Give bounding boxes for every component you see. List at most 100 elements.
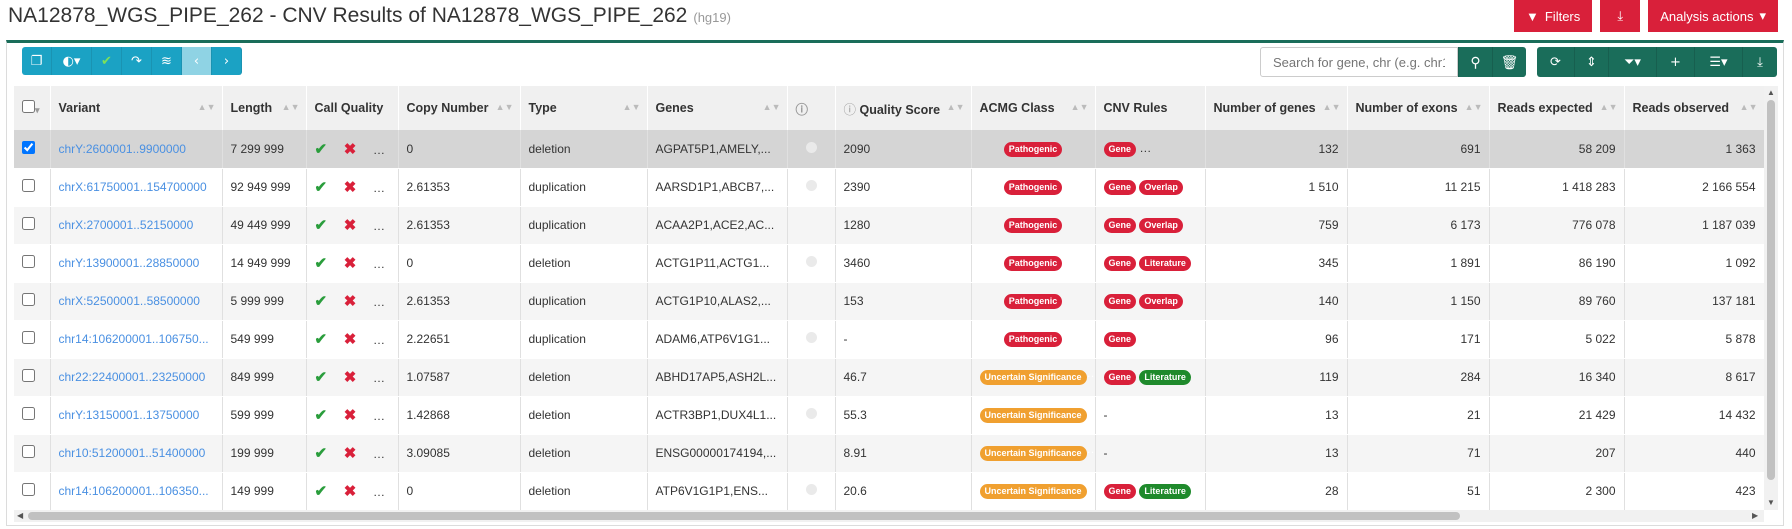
col-genes[interactable]: Genes ▲▼ [647, 86, 788, 130]
row-checkbox[interactable] [22, 293, 35, 306]
table-row[interactable]: chr14:106200001..106350... 149 999 ✔ ✖ ✔ 0… [14, 472, 1764, 510]
vertical-scroll-thumb[interactable] [1767, 100, 1775, 480]
genes-value[interactable]: AGPAT5P1,AMELY,... [656, 142, 771, 156]
col-type[interactable]: Type ▲▼ [520, 86, 648, 130]
table-row[interactable]: chrY:13150001..13750000 599 999 ✔ ✖ ✔ 1.42… [14, 396, 1764, 435]
genes-cell[interactable]: ENSG00000174194,... [647, 434, 788, 473]
table-row[interactable]: chrY:2600001..9900000 7 299 999 ✔ ✖ ✖ 0 del… [14, 130, 1764, 169]
variant-cell[interactable]: chrY:2600001..9900000 [50, 130, 223, 169]
row-select-cell[interactable] [14, 434, 51, 473]
previous-button[interactable]: ‹ [182, 47, 212, 75]
row-checkbox[interactable] [22, 483, 35, 496]
row-checkbox[interactable] [22, 445, 35, 458]
table-row[interactable]: chrX:2700001..52150000 49 449 999 ✔ ✖ ✖ 2.… [14, 206, 1764, 245]
row-select-cell[interactable] [14, 206, 51, 245]
variant-link[interactable]: chrY:13150001..13750000 [59, 408, 200, 422]
row-select-cell[interactable] [14, 472, 51, 510]
row-select-cell[interactable] [14, 244, 51, 283]
select-all-header[interactable]: ▾ [14, 86, 51, 130]
filters-button[interactable]: ▼ Filters [1513, 0, 1593, 32]
table-row[interactable]: chrY:13900001..28850000 14 949 999 ✔ ✖ ✖ 0… [14, 244, 1764, 283]
genes-cell[interactable]: AGPAT5P1,AMELY,... [647, 130, 788, 169]
row-checkbox[interactable] [22, 217, 35, 230]
table-row[interactable]: chrX:61750001..154700000 92 949 999 ✔ ✖ ✖ … [14, 168, 1764, 207]
genes-cell[interactable]: ACTG1P10,ALAS2,... [647, 282, 788, 321]
col-acmg-class[interactable]: ACMG Class ▲▼ [971, 86, 1096, 130]
genes-cell[interactable]: ADAM6,ATP6V1G1... [647, 320, 788, 359]
add-button[interactable]: + [1657, 47, 1695, 77]
row-checkbox[interactable] [22, 407, 35, 420]
variant-cell[interactable]: chr14:106200001..106750... [50, 320, 223, 359]
table-row[interactable]: chr14:106200001..106750... 549 999 ✔ ✖ ✔ 2… [14, 320, 1764, 359]
variant-cell[interactable]: chr14:106200001..106350... [50, 472, 223, 510]
col-number-of-exons[interactable]: Number of exons ▲▼ [1347, 86, 1490, 130]
next-button[interactable]: › [212, 47, 242, 75]
select-all-checkbox[interactable] [22, 100, 35, 113]
variant-link[interactable]: chrX:61750001..154700000 [59, 180, 207, 194]
genes-value[interactable]: ENSG00000174194,... [656, 446, 777, 460]
genes-value[interactable]: AARSD1P1,ABCB7,... [656, 180, 775, 194]
genes-cell[interactable]: ACTR3BP1,DUX4L1... [647, 396, 788, 435]
col-reads-expected[interactable]: Reads expected ▲▼ [1489, 86, 1625, 130]
variant-cell[interactable]: chrX:2700001..52150000 [50, 206, 223, 245]
variant-link[interactable]: chr14:106200001..106350... [59, 484, 209, 498]
variant-cell[interactable]: chrX:52500001..58500000 [50, 282, 223, 321]
genes-cell[interactable]: ABHD17AP5,ASH2L... [647, 358, 788, 397]
table-row[interactable]: chr22:22400001..23250000 849 999 ✔ ✖ ✔ 1.0… [14, 358, 1764, 397]
variant-cell[interactable]: chr10:51200001..51400000 [50, 434, 223, 473]
genes-value[interactable]: ABHD17AP5,ASH2L... [656, 370, 777, 384]
row-select-cell[interactable] [14, 130, 51, 169]
col-copy-number[interactable]: Copy Number ▲▼ [398, 86, 521, 130]
col-quality-score[interactable]: ⓘ Quality Score ▲▼ [835, 86, 972, 130]
genes-cell[interactable]: ACTG1P11,ACTG1... [647, 244, 788, 283]
col-reads-observed[interactable]: Reads observed ▲▼ [1624, 86, 1764, 130]
genes-value[interactable]: ATP6V1G1P1,ENS... [656, 484, 769, 498]
refresh-button[interactable]: ⟳ [1537, 47, 1575, 77]
genes-cell[interactable]: ATP6V1G1P1,ENS... [647, 472, 788, 510]
col-length[interactable]: Length ▲▼ [222, 86, 307, 130]
table-row[interactable]: chrX:52500001..58500000 5 999 999 ✔ ✖ ✖ 2.… [14, 282, 1764, 321]
scroll-left-icon[interactable]: ◀ [17, 511, 23, 520]
variant-cell[interactable]: chrY:13900001..28850000 [50, 244, 223, 283]
row-select-cell[interactable] [14, 168, 51, 207]
row-checkbox[interactable] [22, 140, 35, 154]
row-checkbox[interactable] [22, 331, 35, 344]
col-number-of-genes[interactable]: Number of genes ▲▼ [1205, 86, 1348, 130]
row-checkbox[interactable] [22, 179, 35, 192]
columns-button[interactable]: ☰▾ [1695, 47, 1743, 77]
sort-button[interactable]: ⇕ [1575, 47, 1609, 77]
clear-search-button[interactable]: 🗑 [1492, 47, 1526, 77]
scroll-down-icon[interactable]: ▼ [1767, 498, 1775, 507]
wifi-button[interactable]: ≋ [152, 47, 182, 75]
analysis-actions-button[interactable]: Analysis actions ▾ [1648, 0, 1778, 32]
variant-link[interactable]: chrY:2600001..9900000 [59, 142, 186, 156]
genes-value[interactable]: ADAM6,ATP6V1G1... [656, 332, 771, 346]
row-checkbox[interactable] [22, 255, 35, 268]
variant-link[interactable]: chr14:106200001..106750... [59, 332, 209, 346]
col-cnv-rules[interactable]: CNV Rules [1095, 86, 1206, 130]
row-checkbox[interactable] [22, 369, 35, 382]
vertical-scrollbar[interactable]: ▲ ▼ [1764, 86, 1778, 510]
genes-value[interactable]: ACAA2P1,ACE2,AC... [656, 218, 775, 232]
theme-dropdown-button[interactable]: ◐▾ [52, 47, 92, 75]
variant-link[interactable]: chrY:13900001..28850000 [59, 256, 200, 270]
col-variant[interactable]: Variant ▲▼ [50, 86, 223, 130]
search-input[interactable] [1260, 47, 1458, 77]
validate-button[interactable]: ✔ [92, 47, 122, 75]
genes-value[interactable]: ACTG1P11,ACTG1... [656, 256, 770, 270]
genes-cell[interactable]: AARSD1P1,ABCB7,... [647, 168, 788, 207]
scroll-up-icon[interactable]: ▲ [1767, 88, 1775, 97]
export-button[interactable]: ⤓ [1743, 47, 1777, 77]
variant-cell[interactable]: chrY:13150001..13750000 [50, 396, 223, 435]
table-row[interactable]: chr10:51200001..51400000 199 999 ✔ ✖ ✖ 3.0… [14, 434, 1764, 473]
scroll-right-icon[interactable]: ▶ [1752, 511, 1758, 520]
variant-cell[interactable]: chr22:22400001..23250000 [50, 358, 223, 397]
download-button[interactable]: ⤓ [1600, 0, 1641, 32]
share-button[interactable]: ↷ [122, 47, 152, 75]
genes-value[interactable]: ACTG1P10,ALAS2,... [656, 294, 771, 308]
row-select-cell[interactable] [14, 320, 51, 359]
genes-value[interactable]: ACTR3BP1,DUX4L1... [656, 408, 777, 422]
search-button[interactable]: ⚲ [1458, 47, 1492, 77]
variant-link[interactable]: chrX:52500001..58500000 [59, 294, 200, 308]
genes-cell[interactable]: ACAA2P1,ACE2,AC... [647, 206, 788, 245]
